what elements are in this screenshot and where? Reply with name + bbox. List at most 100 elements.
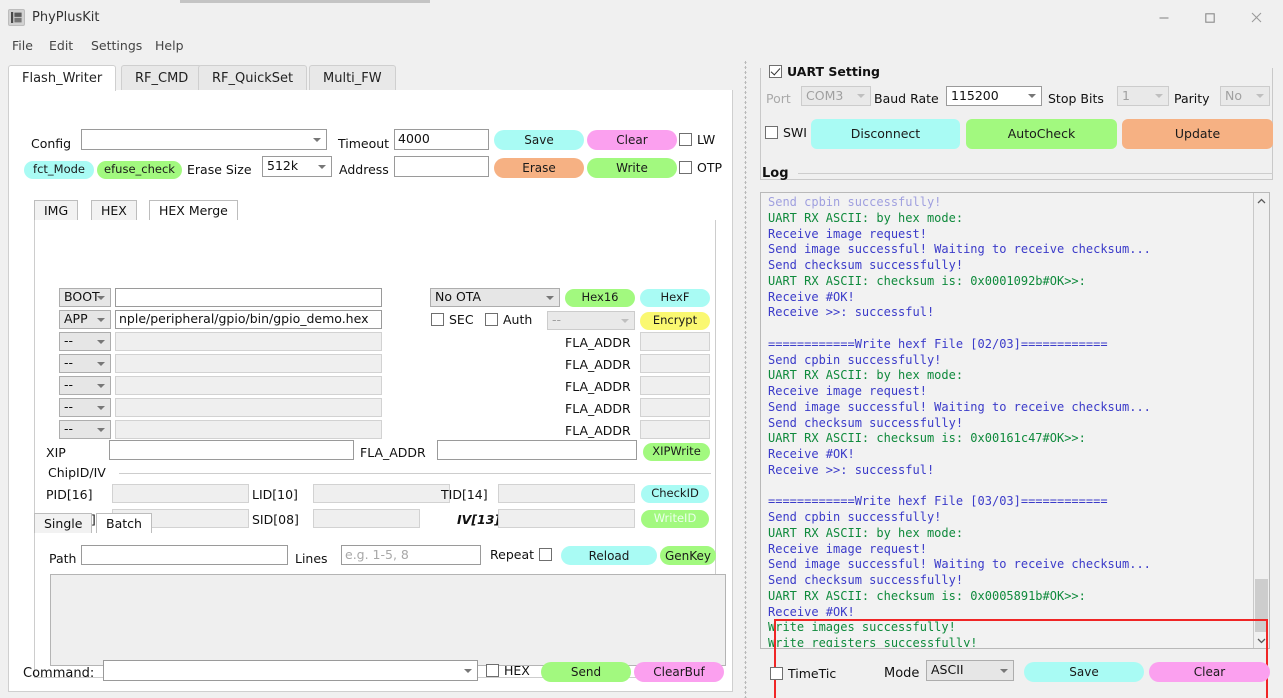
hexmerge-type-combo-4[interactable]: -- — [59, 376, 111, 395]
hexmerge-type-combo-3[interactable]: -- — [59, 354, 111, 373]
log-save-button[interactable]: Save — [1024, 662, 1144, 682]
hex-checkbox-box[interactable] — [486, 664, 499, 677]
checkid-button[interactable]: CheckID — [641, 485, 709, 503]
fct-mode-button[interactable]: fct_Mode — [24, 161, 94, 179]
sw-checkbox[interactable]: SWI — [765, 125, 807, 140]
tab-rf-cmd[interactable]: RF_CMD — [121, 65, 203, 91]
tab-hex-merge[interactable]: HEX Merge — [149, 200, 238, 220]
timetic-checkbox-box[interactable] — [770, 667, 783, 680]
efuse-check-button[interactable]: efuse_check — [97, 161, 182, 179]
genkey-button[interactable]: GenKey — [660, 546, 716, 565]
maximize-button[interactable] — [1187, 0, 1233, 35]
timetic-checkbox[interactable]: TimeTic — [770, 666, 836, 681]
tab-single[interactable]: Single — [34, 513, 93, 533]
hexmerge-path-input-6[interactable] — [115, 420, 382, 439]
update-button[interactable]: Update — [1122, 119, 1273, 149]
timeout-input[interactable]: 4000 — [394, 129, 489, 150]
hexmerge-type-combo-1[interactable]: APP — [59, 310, 111, 329]
auth-checkbox[interactable]: Auth — [485, 312, 532, 327]
autocheck-button[interactable]: AutoCheck — [966, 119, 1117, 149]
log-mode-combo[interactable]: ASCII — [926, 660, 1014, 681]
minimize-button[interactable] — [1141, 0, 1187, 35]
hexmerge-path-input-2[interactable] — [115, 332, 382, 351]
encrypt-button[interactable]: Encrypt — [640, 312, 710, 330]
xip-fla-addr-input[interactable] — [437, 440, 637, 460]
log-output[interactable]: Send cpbin successfully! UART RX ASCII: b… — [760, 192, 1270, 698]
disconnect-button[interactable]: Disconnect — [811, 119, 960, 149]
fla-addr-input-1[interactable] — [640, 354, 710, 373]
menu-item-file[interactable]: File — [5, 37, 40, 55]
erase-button[interactable]: Erase — [494, 158, 584, 178]
tab-multi-fw[interactable]: Multi_FW — [309, 65, 396, 91]
hex16-button[interactable]: Hex16 — [565, 289, 635, 307]
uart-setting-checkbox[interactable]: UART Setting — [765, 64, 884, 79]
tab-batch[interactable]: Batch — [96, 513, 152, 533]
hexmerge-type-combo-0[interactable]: BOOT — [59, 288, 111, 307]
batch-path-input[interactable] — [81, 545, 288, 565]
sec-checkbox[interactable]: SEC — [431, 312, 474, 327]
scroll-up-icon[interactable] — [1254, 193, 1269, 209]
lw-checkbox[interactable]: LW — [679, 132, 715, 147]
erase-size-combo[interactable]: 512k — [262, 156, 332, 177]
fla-addr-input-3[interactable] — [640, 398, 710, 417]
hexmerge-type-combo-2[interactable]: -- — [59, 332, 111, 351]
otp-checkbox[interactable]: OTP — [679, 160, 722, 175]
stop-bits-combo[interactable]: 1 — [1117, 86, 1169, 106]
lw-checkbox-box[interactable] — [679, 133, 692, 146]
hexmerge-path-input-3[interactable] — [115, 354, 382, 373]
tid-input[interactable] — [498, 484, 635, 503]
reload-button[interactable]: Reload — [561, 546, 657, 565]
xipwrite-button[interactable]: XIPWrite — [643, 443, 710, 461]
port-combo[interactable]: COM3 — [801, 86, 871, 106]
hexmerge-path-input-4[interactable] — [115, 376, 382, 395]
hexf-button[interactable]: HexF — [640, 289, 710, 307]
auth-checkbox-box[interactable] — [485, 313, 498, 326]
menu-item-settings[interactable]: Settings — [84, 37, 149, 55]
parity-combo[interactable]: No — [1220, 86, 1270, 106]
menu-item-help[interactable]: Help — [148, 37, 191, 55]
fla-addr-input-4[interactable] — [640, 420, 710, 439]
config-combo[interactable] — [81, 129, 327, 150]
tab-flash-writer[interactable]: Flash_Writer — [8, 65, 117, 92]
write-button[interactable]: Write — [587, 158, 677, 178]
batch-lines-input[interactable]: e.g. 1-5, 8 — [341, 545, 481, 565]
command-input[interactable] — [103, 660, 478, 681]
hex-checkbox[interactable]: HEX — [486, 663, 530, 678]
clear-button[interactable]: Clear — [587, 130, 677, 150]
pid-input[interactable] — [112, 484, 249, 503]
close-button[interactable] — [1233, 0, 1279, 35]
log-clear-button[interactable]: Clear — [1149, 662, 1270, 682]
lid-input[interactable] — [313, 484, 450, 503]
batch-list[interactable] — [50, 574, 726, 666]
hexmerge-path-input-5[interactable] — [115, 398, 382, 417]
fla-addr-input-0[interactable] — [640, 332, 710, 351]
uart-setting-checkbox-box[interactable] — [769, 65, 782, 78]
hexmerge-type-combo-6[interactable]: -- — [59, 420, 111, 439]
auth-combo[interactable]: -- — [547, 311, 635, 330]
repeat-checkbox-box[interactable] — [539, 548, 553, 561]
fla-addr-input-2[interactable] — [640, 376, 710, 395]
xip-input[interactable] — [109, 440, 354, 460]
repeat-checkbox[interactable]: Repeat — [490, 547, 553, 562]
baud-rate-combo[interactable]: 115200 — [946, 86, 1042, 106]
ota-combo[interactable]: No OTA — [430, 288, 560, 307]
otp-checkbox-box[interactable] — [679, 161, 692, 174]
log-scrollbar[interactable] — [1253, 193, 1269, 648]
sw-checkbox-box[interactable] — [765, 126, 778, 139]
clearbuf-button[interactable]: ClearBuf — [634, 662, 724, 682]
scroll-down-icon[interactable] — [1254, 632, 1269, 648]
chevron-down-icon — [97, 427, 105, 432]
menu-item-edit[interactable]: Edit — [42, 37, 80, 55]
tab-rf-quickset[interactable]: RF_QuickSet — [198, 65, 308, 91]
hexmerge-path-input-1[interactable]: nple/peripheral/gpio/bin/gpio_demo.hex — [115, 310, 382, 329]
log-scrollbar-thumb[interactable] — [1255, 579, 1268, 632]
save-button[interactable]: Save — [494, 130, 584, 150]
address-input[interactable] — [394, 156, 489, 177]
tab-img[interactable]: IMG — [34, 200, 79, 220]
send-button[interactable]: Send — [541, 662, 631, 682]
hexmerge-type-combo-5[interactable]: -- — [59, 398, 111, 417]
panel-splitter[interactable] — [741, 60, 750, 698]
tab-hex[interactable]: HEX — [91, 200, 137, 220]
hexmerge-path-input-0[interactable] — [115, 288, 382, 307]
sec-checkbox-box[interactable] — [431, 313, 444, 326]
